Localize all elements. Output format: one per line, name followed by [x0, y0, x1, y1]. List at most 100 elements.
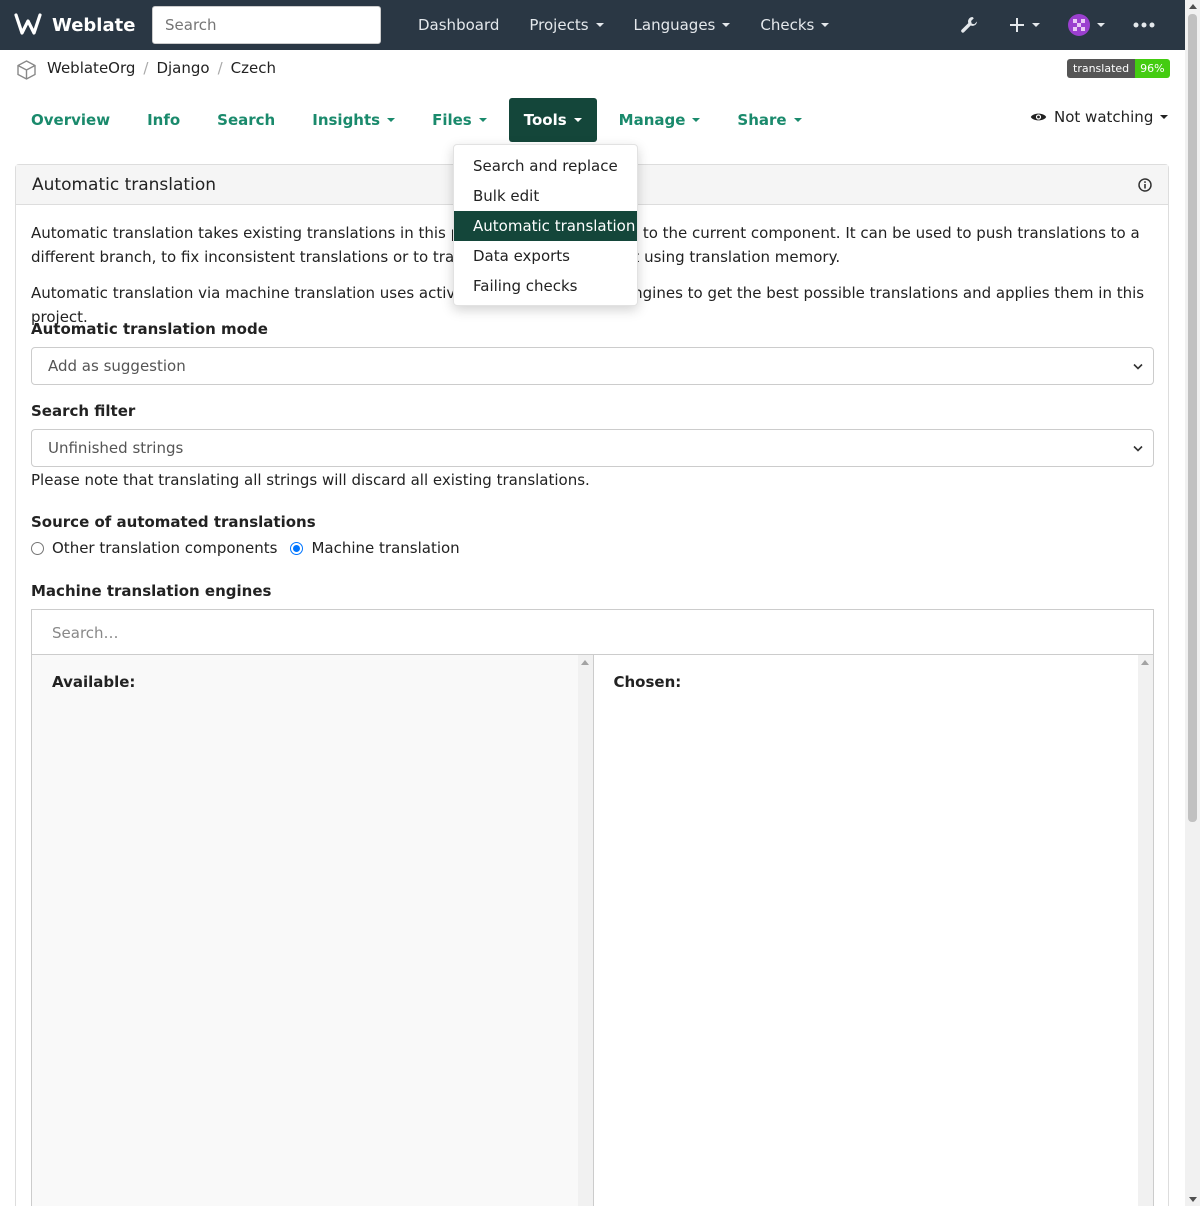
- tab-label: Overview: [31, 111, 111, 129]
- caret-down-icon: [692, 118, 701, 122]
- badge-label: translated: [1067, 59, 1136, 78]
- navbar-right: [959, 0, 1185, 50]
- more-icon: [1133, 22, 1155, 28]
- breadcrumb-bar: WeblateOrg / Django / Czech translated 9…: [0, 50, 1185, 88]
- menu-item-automatic-translation[interactable]: Automatic translation: [454, 211, 637, 241]
- tab-files[interactable]: Files: [417, 98, 502, 142]
- watch-label: Not watching: [1054, 108, 1154, 126]
- navbar-search-input[interactable]: [152, 6, 381, 44]
- nav-checks-label: Checks: [760, 16, 815, 34]
- nav-projects[interactable]: Projects: [514, 16, 618, 34]
- radio-machine-translation-label[interactable]: Machine translation: [311, 539, 459, 557]
- component-cube-icon: [17, 60, 36, 80]
- panel-title: Automatic translation: [32, 174, 216, 195]
- eye-icon: [1030, 113, 1047, 121]
- menu-item-data-exports[interactable]: Data exports: [454, 241, 637, 271]
- tab-insights[interactable]: Insights: [297, 98, 410, 142]
- nav-dashboard[interactable]: Dashboard: [403, 16, 514, 34]
- caret-down-icon: [1032, 23, 1040, 27]
- breadcrumb-component[interactable]: Django: [156, 59, 209, 77]
- engines-label: Machine translation engines: [31, 582, 272, 600]
- nav-checks[interactable]: Checks: [745, 16, 844, 34]
- tab-label: Search: [217, 111, 276, 129]
- plus-icon: [1010, 18, 1024, 32]
- menu-item-search-replace[interactable]: Search and replace: [454, 151, 637, 181]
- nav-languages-label: Languages: [633, 16, 716, 34]
- caret-down-icon: [1097, 23, 1105, 27]
- top-navbar: Weblate Dashboard Projects Languages Che…: [0, 0, 1185, 50]
- scroll-up-icon[interactable]: [1141, 660, 1149, 665]
- tab-tools[interactable]: Tools: [508, 98, 597, 142]
- mode-select-value: Add as suggestion: [48, 357, 186, 375]
- tab-label: Tools: [523, 111, 567, 129]
- mode-select[interactable]: Add as suggestion: [31, 347, 1154, 385]
- breadcrumb: WeblateOrg / Django / Czech: [47, 59, 276, 77]
- tab-label: Info: [147, 111, 181, 129]
- menu-item-bulk-edit[interactable]: Bulk edit: [454, 181, 637, 211]
- engines-selector: Available: Chosen:: [31, 654, 1154, 1206]
- weblate-logo-icon: [14, 13, 42, 35]
- tab-search[interactable]: Search: [202, 98, 290, 142]
- tab-overview[interactable]: Overview: [16, 98, 125, 142]
- caret-down-icon: [722, 23, 731, 27]
- brand-link[interactable]: Weblate: [14, 13, 152, 37]
- tab-info[interactable]: Info: [132, 98, 195, 142]
- wrench-button[interactable]: [959, 15, 979, 35]
- available-scrollbar[interactable]: [577, 655, 593, 1206]
- brand-name: Weblate: [52, 14, 136, 36]
- chosen-engines-list[interactable]: Chosen:: [592, 655, 1153, 1206]
- translation-status-badge[interactable]: translated 96%: [1067, 59, 1170, 78]
- more-button[interactable]: [1133, 22, 1155, 28]
- tab-label: Files: [432, 111, 472, 129]
- engines-search-input[interactable]: Search…: [31, 609, 1154, 655]
- tab-label: Insights: [312, 111, 381, 129]
- page-scrollbar[interactable]: [1185, 0, 1200, 1206]
- menu-item-failing-checks[interactable]: Failing checks: [454, 271, 637, 301]
- caret-down-icon: [387, 118, 396, 122]
- add-button[interactable]: [1009, 17, 1040, 33]
- component-tabs: Overview Info Search Insights Files Tool…: [16, 98, 824, 142]
- tools-dropdown-menu: Search and replace Bulk edit Automatic t…: [453, 144, 638, 306]
- scrollbar-thumb[interactable]: [1188, 14, 1197, 822]
- filter-select[interactable]: Unfinished strings: [31, 429, 1154, 467]
- available-engines-list[interactable]: Available:: [32, 655, 593, 1206]
- nav-languages[interactable]: Languages: [619, 16, 746, 34]
- chevron-down-icon: [1133, 445, 1143, 452]
- nav-dashboard-label: Dashboard: [418, 16, 500, 34]
- wrench-icon: [961, 17, 977, 33]
- caret-down-icon: [595, 23, 604, 27]
- navbar-menu: Dashboard Projects Languages Checks: [403, 16, 844, 34]
- breadcrumb-language[interactable]: Czech: [231, 59, 276, 77]
- caret-down-icon: [478, 118, 487, 122]
- tab-share[interactable]: Share: [722, 98, 816, 142]
- nav-projects-label: Projects: [529, 16, 589, 34]
- chosen-scrollbar[interactable]: [1138, 655, 1153, 1206]
- menu-item-label: Data exports: [473, 247, 570, 265]
- tab-label: Manage: [618, 111, 686, 129]
- scroll-down-icon[interactable]: [1189, 1197, 1197, 1202]
- watch-button[interactable]: Not watching: [1030, 108, 1169, 126]
- user-menu-button[interactable]: [1068, 14, 1105, 36]
- caret-down-icon: [821, 23, 830, 27]
- menu-item-label: Bulk edit: [473, 187, 540, 205]
- radio-other-components-label[interactable]: Other translation components: [52, 539, 277, 557]
- breadcrumb-separator: /: [217, 59, 223, 77]
- radio-machine-translation[interactable]: [290, 541, 304, 555]
- mode-label: Automatic translation mode: [31, 320, 268, 338]
- source-label: Source of automated translations: [31, 513, 316, 531]
- badge-value: 96%: [1135, 59, 1170, 78]
- chevron-down-icon: [1133, 363, 1143, 370]
- available-label: Available:: [52, 673, 136, 691]
- info-icon[interactable]: [1138, 178, 1152, 192]
- radio-other-components[interactable]: [31, 541, 44, 555]
- scroll-up-icon[interactable]: [580, 660, 589, 665]
- tab-manage[interactable]: Manage: [604, 98, 716, 142]
- breadcrumb-project[interactable]: WeblateOrg: [47, 59, 135, 77]
- menu-item-label: Failing checks: [473, 277, 578, 295]
- menu-item-label: Automatic translation: [473, 217, 636, 235]
- caret-down-icon: [1160, 115, 1169, 119]
- scroll-up-icon[interactable]: [1189, 4, 1197, 9]
- caret-down-icon: [793, 118, 802, 122]
- breadcrumb-separator: /: [143, 59, 149, 77]
- filter-label: Search filter: [31, 402, 136, 420]
